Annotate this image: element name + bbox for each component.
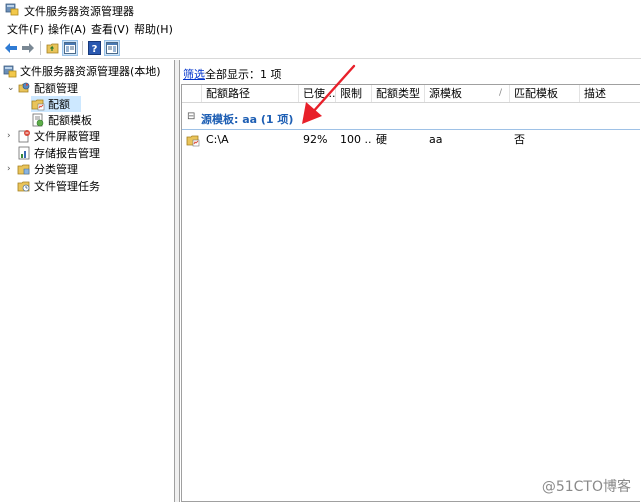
- tree-label: 配额管理: [34, 82, 78, 95]
- arrow-left-icon: [5, 43, 17, 53]
- show-action-pane-button[interactable]: [104, 40, 120, 56]
- results-pane: 筛选全部显示：1 项 配额路径 已使... 限制 配额类型 源模板 / 匹配模板…: [179, 60, 641, 502]
- tree-item-classification[interactable]: 分类管理: [17, 161, 78, 177]
- action-pane-icon: [106, 42, 118, 54]
- chevron-down-icon[interactable]: ⌄: [7, 84, 15, 93]
- annotation-arrow-icon: [302, 64, 356, 124]
- chevron-right-icon[interactable]: ›: [7, 165, 15, 174]
- server-manager-icon: [5, 3, 19, 16]
- file-screen-icon: [18, 130, 30, 143]
- chevron-right-icon[interactable]: ›: [7, 132, 15, 141]
- cell-source-template: aa: [429, 133, 443, 146]
- title-bar: 文件服务器资源管理器: [0, 0, 641, 20]
- tree-item-quota[interactable]: 配额: [31, 96, 81, 112]
- classification-icon: [17, 164, 30, 175]
- tree-label: 配额: [48, 98, 70, 111]
- column-header-match-template[interactable]: 匹配模板: [510, 85, 580, 102]
- tree-label: 分类管理: [34, 163, 78, 176]
- cell-match-template: 否: [514, 133, 525, 146]
- up-level-button[interactable]: [45, 40, 61, 56]
- quota-list: 配额路径 已使... 限制 配额类型 源模板 / 匹配模板 描述 ⊟ 源模板: …: [181, 84, 640, 502]
- tree-item-quota-management[interactable]: 配额管理: [17, 80, 78, 96]
- group-label: 源模板: aa (1 项): [201, 113, 294, 126]
- column-header-icon: [182, 85, 202, 102]
- column-header-type[interactable]: 配额类型: [372, 85, 425, 102]
- filter-link[interactable]: 筛选: [183, 68, 205, 81]
- forward-button[interactable]: [20, 40, 36, 56]
- server-manager-icon: [3, 65, 17, 78]
- show-hide-tree-button[interactable]: [62, 40, 78, 56]
- cell-description: [580, 131, 640, 149]
- collapse-icon[interactable]: ⊟: [187, 112, 196, 122]
- window-title: 文件服务器资源管理器: [24, 5, 134, 18]
- help-button[interactable]: ?: [86, 40, 102, 56]
- tree-item-file-screening[interactable]: 文件屏蔽管理: [17, 128, 100, 144]
- menu-bar: 文件(F) 操作(A) 查看(V) 帮助(H): [0, 20, 641, 38]
- quota-folder-icon: [186, 135, 200, 147]
- column-header-description[interactable]: 描述: [580, 85, 640, 102]
- tree-label: 存储报告管理: [34, 147, 100, 160]
- filter-summary: 全部显示：1 项: [205, 68, 282, 81]
- toolbar-separator: [82, 41, 83, 55]
- cell-limit: 100 ...: [340, 133, 372, 146]
- tree-label: 文件服务器资源管理器(本地): [20, 65, 161, 78]
- quota-folder-icon: [31, 99, 45, 111]
- filter-bar: 筛选全部显示：1 项: [183, 66, 282, 82]
- cell-path: C:\A: [206, 133, 229, 146]
- row-icon-cell: [182, 131, 202, 149]
- quota-management-icon: [18, 82, 30, 93]
- toolbar: ?: [0, 38, 641, 59]
- group-divider: [182, 129, 640, 130]
- sort-indicator-icon: /: [499, 88, 503, 98]
- tree-item-file-management-tasks[interactable]: 文件管理任务: [17, 178, 100, 194]
- storage-report-icon: [18, 146, 30, 160]
- console-tree: 文件服务器资源管理器(本地) ⌄ 配额管理 配额 配额模板 › 文件屏蔽管理 存…: [0, 60, 175, 502]
- menu-file[interactable]: 文件(F): [7, 21, 44, 37]
- menu-action[interactable]: 操作(A): [48, 21, 86, 37]
- folder-up-icon: [46, 43, 59, 54]
- toolbar-separator: [40, 41, 41, 55]
- menu-help[interactable]: 帮助(H): [134, 21, 173, 37]
- tree-label: 配额模板: [48, 114, 92, 127]
- cell-used: 92%: [303, 133, 328, 146]
- column-header-row: 配额路径 已使... 限制 配额类型 源模板 / 匹配模板 描述: [182, 85, 640, 103]
- tree-label: 文件管理任务: [34, 180, 100, 193]
- quota-template-icon: [32, 113, 44, 127]
- svg-text:?: ?: [91, 44, 97, 55]
- arrow-right-icon: [22, 43, 34, 53]
- tree-root[interactable]: 文件服务器资源管理器(本地): [3, 63, 161, 79]
- help-icon: ?: [87, 41, 101, 55]
- tree-item-storage-reports[interactable]: 存储报告管理: [17, 145, 100, 161]
- file-task-icon: [17, 181, 30, 192]
- table-row[interactable]: C:\A 92% 100 ... 硬 aa 否: [182, 131, 640, 149]
- cell-type: 硬: [376, 133, 387, 146]
- column-header-label: 源模板: [429, 87, 462, 100]
- tree-label: 文件屏蔽管理: [34, 130, 100, 143]
- console-tree-icon: [64, 42, 76, 54]
- column-header-path[interactable]: 配额路径: [202, 85, 299, 102]
- group-header-row[interactable]: ⊟ 源模板: aa (1 项): [182, 111, 640, 130]
- menu-view[interactable]: 查看(V): [91, 21, 129, 37]
- watermark: @51CTO博客: [541, 479, 631, 495]
- column-header-source-template[interactable]: 源模板 /: [425, 85, 510, 102]
- tree-item-quota-templates[interactable]: 配额模板: [31, 112, 92, 128]
- back-button[interactable]: [3, 40, 19, 56]
